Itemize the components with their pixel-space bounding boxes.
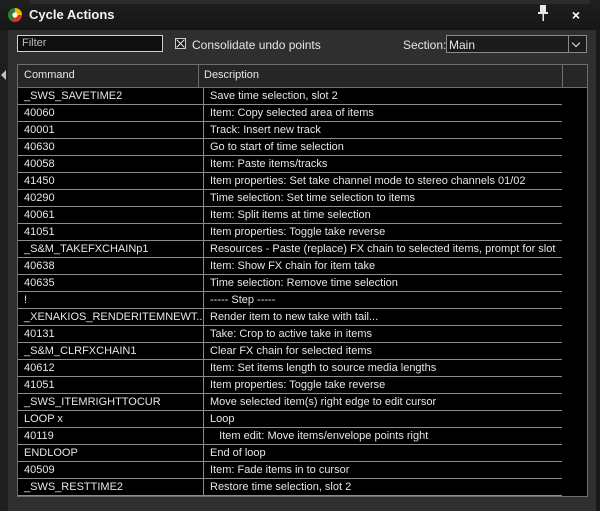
command-cell[interactable]: 40131 <box>18 326 204 343</box>
description-cell[interactable]: Move selected item(s) right edge to edit… <box>204 394 563 411</box>
command-cell[interactable]: 40612 <box>18 360 204 377</box>
command-cell[interactable]: 41450 <box>18 173 204 190</box>
table-row[interactable]: 40061 Item: Split items at time selection <box>18 207 587 224</box>
command-cell[interactable]: 40638 <box>18 258 204 275</box>
description-cell[interactable]: End of loop <box>204 445 563 462</box>
title-bar[interactable]: Cycle Actions × <box>0 0 600 30</box>
description-cell[interactable]: Clear FX chain for selected items <box>204 343 563 360</box>
description-cell[interactable]: Save time selection, slot 2 <box>204 88 563 105</box>
command-cell[interactable]: _SWS_ITEMRIGHTTOCUR <box>18 394 204 411</box>
table-row[interactable]: 40635 Time selection: Remove time selecti… <box>18 275 587 292</box>
table-row[interactable]: 41051 Item properties: Toggle take revers… <box>18 377 587 394</box>
description-cell[interactable]: Render item to new take with tail... <box>204 309 563 326</box>
table-blank-column <box>562 88 587 496</box>
table-row[interactable]: ! ----- Step ----- <box>18 292 587 309</box>
bottom-bar <box>17 497 588 511</box>
command-cell[interactable]: _SWS_SAVETIME2 <box>18 88 204 105</box>
table-row[interactable]: 41051 Item properties: Toggle take revers… <box>18 224 587 241</box>
description-cell[interactable]: Item properties: Set take channel mode t… <box>204 173 563 190</box>
column-divider[interactable] <box>562 65 563 87</box>
consolidate-undo-label[interactable]: Consolidate undo points <box>192 38 321 52</box>
table-row[interactable]: ENDLOOP End of loop <box>18 445 587 462</box>
description-cell[interactable]: Restore time selection, slot 2 <box>204 479 563 496</box>
table-row[interactable]: 40509 Item: Fade items in to cursor <box>18 462 587 479</box>
command-cell[interactable]: 40001 <box>18 122 204 139</box>
table-row[interactable]: _XENAKIOS_RENDERITEMNEWT... Render item t… <box>18 309 587 326</box>
description-cell[interactable]: Track: Insert new track <box>204 122 563 139</box>
description-cell[interactable]: Item: Paste items/tracks <box>204 156 563 173</box>
table-row[interactable]: 40131 Take: Crop to active take in items <box>18 326 587 343</box>
command-cell[interactable]: 40630 <box>18 139 204 156</box>
table-row[interactable]: _SWS_RESTTIME2 Restore time selection, sl… <box>18 479 587 496</box>
reaper-app-icon <box>8 8 22 22</box>
docker-left-edge <box>0 30 8 511</box>
command-cell[interactable]: _SWS_RESTTIME2 <box>18 479 204 496</box>
description-cell[interactable]: Item properties: Toggle take reverse <box>204 377 563 394</box>
table-header: Command Description <box>18 65 587 88</box>
command-cell[interactable]: ! <box>18 292 204 309</box>
description-cell[interactable]: Time selection: Set time selection to it… <box>204 190 563 207</box>
filter-input[interactable]: Filter <box>17 35 163 52</box>
description-column-header[interactable]: Description <box>204 69 259 81</box>
command-cell[interactable]: 40060 <box>18 105 204 122</box>
column-divider[interactable] <box>198 65 199 87</box>
command-column-header[interactable]: Command <box>24 69 75 81</box>
table-row[interactable]: 40290 Time selection: Set time selection … <box>18 190 587 207</box>
collapse-arrow-icon[interactable] <box>1 70 6 80</box>
cycle-action-table: Command Description _SWS_SAVETIME2 Save t… <box>17 64 588 497</box>
command-cell[interactable]: _XENAKIOS_RENDERITEMNEWT... <box>18 309 204 326</box>
table-row[interactable]: _S&M_CLRFXCHAIN1 Clear FX chain for selec… <box>18 343 587 360</box>
command-cell[interactable]: 40061 <box>18 207 204 224</box>
section-label: Section: <box>403 38 447 52</box>
table-row[interactable]: 40119 Item edit: Move items/envelope poi… <box>18 428 587 445</box>
section-select-value: Main <box>449 38 476 52</box>
table-row[interactable]: _SWS_SAVETIME2 Save time selection, slot … <box>18 88 587 105</box>
table-row[interactable]: 40060 Item: Copy selected area of items <box>18 105 587 122</box>
command-cell[interactable]: 40290 <box>18 190 204 207</box>
description-cell[interactable]: ----- Step ----- <box>204 292 563 309</box>
description-cell[interactable]: Loop <box>204 411 563 428</box>
command-cell[interactable]: ENDLOOP <box>18 445 204 462</box>
description-cell[interactable]: Item: Fade items in to cursor <box>204 462 563 479</box>
docker-right-edge <box>596 30 600 511</box>
command-cell[interactable]: 40509 <box>18 462 204 479</box>
table-row[interactable]: 40058 Item: Paste items/tracks <box>18 156 587 173</box>
title-bar-strip <box>30 0 590 4</box>
command-cell[interactable]: 41051 <box>18 377 204 394</box>
command-cell[interactable]: _S&M_CLRFXCHAIN1 <box>18 343 204 360</box>
command-cell[interactable]: LOOP x <box>18 411 204 428</box>
description-cell[interactable]: Item properties: Toggle take reverse <box>204 224 563 241</box>
table-row[interactable]: _S&M_TAKEFXCHAINp1 Resources - Paste (rep… <box>18 241 587 258</box>
consolidate-undo-checkbox[interactable] <box>175 38 186 49</box>
command-cell[interactable]: 40119 <box>18 428 204 445</box>
command-cell[interactable]: 40635 <box>18 275 204 292</box>
chevron-down-icon[interactable] <box>568 36 586 52</box>
description-cell[interactable]: Item edit: Move items/envelope points ri… <box>204 428 563 445</box>
description-cell[interactable]: Time selection: Remove time selection <box>204 275 563 292</box>
section-select[interactable]: Main <box>446 35 587 53</box>
description-cell[interactable]: Item: Show FX chain for item take <box>204 258 563 275</box>
description-cell[interactable]: Item: Split items at time selection <box>204 207 563 224</box>
command-cell[interactable]: 40058 <box>18 156 204 173</box>
description-cell[interactable]: Take: Crop to active take in items <box>204 326 563 343</box>
description-cell[interactable]: Item: Set items length to source media l… <box>204 360 563 377</box>
table-row[interactable]: 40638 Item: Show FX chain for item take <box>18 258 587 275</box>
description-cell[interactable]: Item: Copy selected area of items <box>204 105 563 122</box>
table-row[interactable]: 40630 Go to start of time selection <box>18 139 587 156</box>
close-button[interactable]: × <box>569 8 583 22</box>
table-body: _SWS_SAVETIME2 Save time selection, slot … <box>18 88 587 496</box>
table-row[interactable]: 41450 Item properties: Set take channel m… <box>18 173 587 190</box>
table-row[interactable]: _SWS_ITEMRIGHTTOCUR Move selected item(s)… <box>18 394 587 411</box>
command-cell[interactable]: 41051 <box>18 224 204 241</box>
description-cell[interactable]: Resources - Paste (replace) FX chain to … <box>204 241 563 258</box>
table-row[interactable]: 40001 Track: Insert new track <box>18 122 587 139</box>
description-cell[interactable]: Go to start of time selection <box>204 139 563 156</box>
table-row[interactable]: 40612 Item: Set items length to source me… <box>18 360 587 377</box>
window-title: Cycle Actions <box>29 7 115 22</box>
command-cell[interactable]: _S&M_TAKEFXCHAINp1 <box>18 241 204 258</box>
pin-icon[interactable] <box>536 4 550 22</box>
table-row[interactable]: LOOP x Loop <box>18 411 587 428</box>
